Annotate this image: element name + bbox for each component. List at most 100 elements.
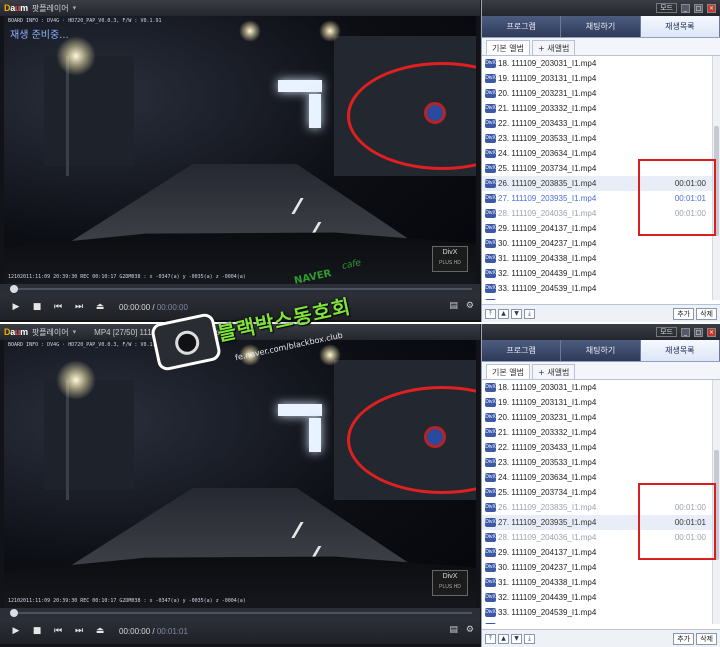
move-bottom-icon[interactable]: ⤓	[524, 633, 535, 644]
minimize-icon[interactable]: _	[681, 3, 690, 13]
playlist-item[interactable]: DivX34. 111109_204640_I1.mp4	[482, 620, 720, 624]
divx-file-icon: DivX	[485, 89, 496, 98]
new-album-tab[interactable]: + 새앨범	[531, 40, 576, 55]
panel-bottom-bar: ⤒ ▲ ▼ ⤓ 추가 삭제	[482, 304, 720, 322]
next-icon[interactable]: ⏭	[73, 302, 85, 312]
tab-2[interactable]: 재생목록	[640, 340, 720, 361]
open-file-icon[interactable]: ⏏	[94, 626, 106, 636]
playlist-item-name: 34. 111109_204640_I1.mp4	[498, 299, 672, 300]
delete-button[interactable]: 삭제	[696, 307, 717, 320]
street-light	[56, 36, 96, 76]
settings-gear-icon[interactable]: ⚙	[466, 625, 474, 635]
playlist-item[interactable]: DivX34. 111109_204640_I1.mp4	[482, 296, 720, 300]
mode-button[interactable]: 모드	[656, 327, 677, 337]
playlist-item-name: 32. 111109_204439_I1.mp4	[498, 593, 597, 602]
maximize-icon[interactable]: □	[694, 327, 703, 337]
playlist-item[interactable]: DivX 20. 111109_203231_I1.mp4	[482, 410, 720, 425]
add-button[interactable]: 추가	[673, 307, 695, 320]
playlist-item[interactable]: DivX 18. 111109_203031_I1.mp4	[482, 56, 720, 71]
tab-0[interactable]: 프로그램	[482, 340, 562, 361]
playlist-item[interactable]: DivX 30. 111109_204237_I1.mp4	[482, 236, 720, 251]
divx-file-icon: DivX	[485, 548, 496, 557]
divx-file-icon: DivX	[485, 578, 496, 587]
play-icon[interactable]: ▶	[10, 626, 22, 636]
previous-icon[interactable]: ⏮	[52, 302, 64, 312]
divx-file-icon: DivX	[485, 383, 496, 392]
move-down-icon[interactable]: ▼	[511, 633, 522, 644]
building-window-light	[309, 94, 321, 128]
playlist-item-name: 23. 111109_203533_I1.mp4	[498, 458, 597, 467]
playlist: DivX 18. 111109_203031_I1.mp4 DivX 19. 1111…	[482, 380, 720, 624]
playlist-item[interactable]: DivX 20. 111109_203231_I1.mp4	[482, 86, 720, 101]
tab-1[interactable]: 채팅하기	[561, 340, 641, 361]
divx-logo-line1: DivX	[442, 573, 458, 580]
divx-file-icon: DivX	[485, 593, 496, 602]
playlist-item[interactable]: DivX 23. 111109_203533_I1.mp4	[482, 455, 720, 470]
seek-handle[interactable]	[10, 285, 18, 293]
maximize-icon[interactable]: □	[694, 3, 703, 13]
tab-0[interactable]: 프로그램	[482, 16, 562, 37]
open-file-icon[interactable]: ⏏	[94, 302, 106, 312]
playlist-item[interactable]: DivX 22. 111109_203433_I1.mp4	[482, 116, 720, 131]
divx-file-icon: DivX	[485, 254, 496, 263]
close-icon[interactable]: ×	[707, 327, 716, 337]
playlist-toggle-icon[interactable]: ▤	[449, 625, 458, 635]
divx-file-icon: DivX	[485, 239, 496, 248]
move-up-icon[interactable]: ▲	[498, 633, 509, 644]
playlist-item-name: 34. 111109_204640_I1.mp4	[498, 623, 672, 624]
previous-icon[interactable]: ⏮	[52, 626, 64, 636]
minimize-icon[interactable]: _	[681, 327, 690, 337]
divx-file-icon: DivX	[485, 533, 496, 542]
move-top-icon[interactable]: ⤒	[485, 308, 496, 319]
divx-file-icon: DivX	[485, 518, 496, 527]
album-tab-default[interactable]: 기본 앨범	[486, 40, 530, 55]
playlist-item[interactable]: DivX 31. 111109_204338_I1.mp4	[482, 575, 720, 590]
settings-gear-icon[interactable]: ⚙	[466, 301, 474, 311]
building-left	[44, 380, 134, 490]
playlist-toggle-icon[interactable]: ▤	[449, 301, 458, 311]
move-down-icon[interactable]: ▼	[511, 308, 522, 319]
video-frame[interactable]: BOARD INFO : DV4G · HD720_PAP_V0.0.3, F/…	[4, 340, 476, 608]
playlist-item[interactable]: DivX 22. 111109_203433_I1.mp4	[482, 440, 720, 455]
move-bottom-icon[interactable]: ⤓	[524, 308, 535, 319]
move-up-icon[interactable]: ▲	[498, 308, 509, 319]
album-tab-default[interactable]: 기본 앨범	[486, 364, 530, 379]
playlist-item[interactable]: DivX 21. 111109_203332_I1.mp4	[482, 425, 720, 440]
playlist-item[interactable]: DivX 32. 111109_204439_I1.mp4	[482, 590, 720, 605]
playlist-item[interactable]: DivX 19. 111109_203131_I1.mp4	[482, 71, 720, 86]
new-album-tab[interactable]: + 새앨범	[531, 364, 576, 379]
seek-handle[interactable]	[10, 609, 18, 617]
player-area: Daum 팟플레이어 ▾ BOARD INFO : DV4G · HD720_PAP_…	[0, 0, 480, 322]
playlist-item[interactable]: DivX 31. 111109_204338_I1.mp4	[482, 251, 720, 266]
time-total: 00:01:01	[156, 626, 188, 636]
playlist-item[interactable]: DivX 23. 111109_203533_I1.mp4	[482, 131, 720, 146]
playlist-item[interactable]: DivX 21. 111109_203332_I1.mp4	[482, 101, 720, 116]
mode-button[interactable]: 모드	[656, 3, 677, 13]
playlist-item-name: 33. 111109_204539_I1.mp4	[498, 284, 597, 293]
close-icon[interactable]: ×	[707, 3, 716, 13]
tab-1[interactable]: 채팅하기	[561, 16, 641, 37]
tab-2[interactable]: 재생목록	[640, 16, 720, 37]
divx-file-icon: DivX	[485, 164, 496, 173]
play-icon[interactable]: ▶	[10, 302, 22, 312]
seek-bar[interactable]	[12, 288, 472, 290]
playlist-item-name: 30. 111109_204237_I1.mp4	[498, 563, 597, 572]
stop-icon[interactable]: ■	[31, 302, 43, 312]
playlist-item[interactable]: DivX 30. 111109_204237_I1.mp4	[482, 560, 720, 575]
seek-bar[interactable]	[12, 612, 472, 614]
video-frame[interactable]: BOARD INFO : DV4G · HD720_PAP_V0.0.3, F/…	[4, 16, 476, 284]
stop-icon[interactable]: ■	[31, 626, 43, 636]
divx-file-icon: DivX	[485, 623, 496, 624]
app-menu-caret-icon[interactable]: ▾	[73, 328, 77, 336]
playlist-item[interactable]: DivX 33. 111109_204539_I1.mp4	[482, 281, 720, 296]
divx-logo-line2: PLUS HD	[439, 260, 461, 266]
playlist-item[interactable]: DivX 18. 111109_203031_I1.mp4	[482, 380, 720, 395]
delete-button[interactable]: 삭제	[696, 632, 717, 645]
app-menu-caret-icon[interactable]: ▾	[73, 4, 77, 12]
playlist-item[interactable]: DivX 19. 111109_203131_I1.mp4	[482, 395, 720, 410]
next-icon[interactable]: ⏭	[73, 626, 85, 636]
playlist-item[interactable]: DivX 33. 111109_204539_I1.mp4	[482, 605, 720, 620]
playlist-item[interactable]: DivX 32. 111109_204439_I1.mp4	[482, 266, 720, 281]
add-button[interactable]: 추가	[673, 632, 695, 645]
move-top-icon[interactable]: ⤒	[485, 633, 496, 644]
